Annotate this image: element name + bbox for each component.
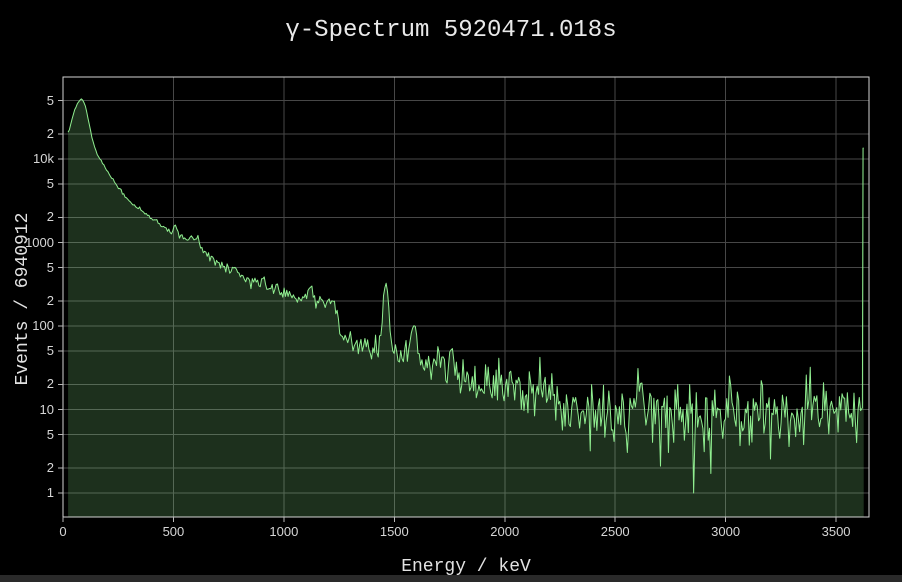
y-tick-label: 1 xyxy=(10,486,54,500)
y-tick-label: 2 xyxy=(10,461,54,475)
y-tick-label: 100 xyxy=(10,319,54,333)
y-tick-label: 5 xyxy=(10,94,54,108)
y-tick-label: 2 xyxy=(10,294,54,308)
y-tick-label: 2 xyxy=(10,127,54,141)
spectrum-plot-canvas[interactable] xyxy=(0,0,902,582)
bottom-bar xyxy=(0,575,902,582)
x-tick-label: 2500 xyxy=(583,525,647,539)
y-tick-label: 5 xyxy=(10,261,54,275)
x-tick-label: 3500 xyxy=(804,525,868,539)
y-tick-label: 10k xyxy=(10,152,54,166)
y-tick-label: 5 xyxy=(10,177,54,191)
x-tick-label: 1000 xyxy=(252,525,316,539)
y-tick-label: 2 xyxy=(10,210,54,224)
y-tick-label: 10 xyxy=(10,403,54,417)
x-tick-label: 3000 xyxy=(694,525,758,539)
y-tick-label: 2 xyxy=(10,377,54,391)
y-tick-label: 1000 xyxy=(10,236,54,250)
y-tick-label: 5 xyxy=(10,344,54,358)
x-tick-label: 2000 xyxy=(473,525,537,539)
x-tick-label: 500 xyxy=(141,525,205,539)
x-tick-label: 0 xyxy=(31,525,95,539)
y-tick-label: 5 xyxy=(10,428,54,442)
x-axis-title: Energy / keV xyxy=(63,557,869,577)
chart-title: γ-Spectrum 5920471.018s xyxy=(0,17,902,44)
x-tick-label: 1500 xyxy=(362,525,426,539)
spectrum-area-fill xyxy=(68,99,864,517)
